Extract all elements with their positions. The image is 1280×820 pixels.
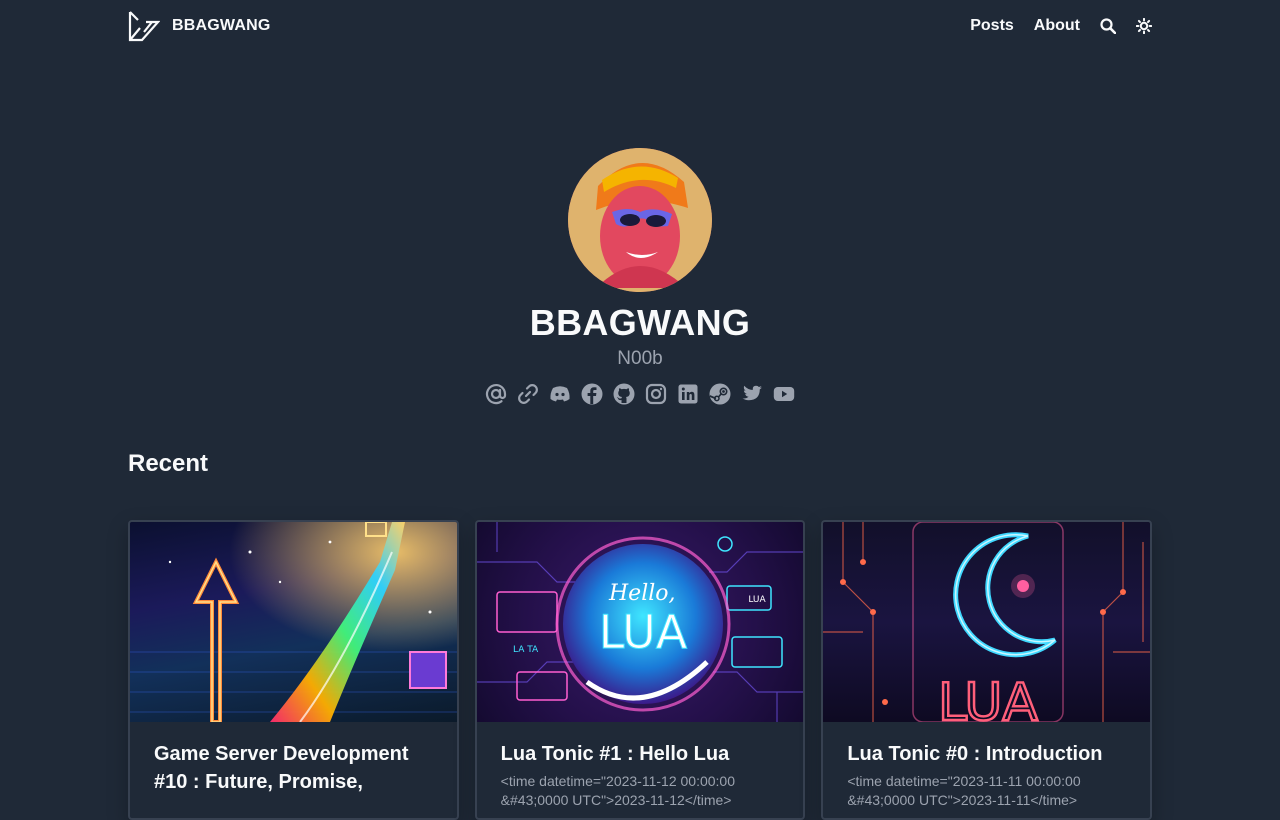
post-thumbnail <box>130 522 457 722</box>
profile-tagline: N00b <box>617 348 663 369</box>
post-date: <time datetime="2023-11-12 00:00:00 &#43… <box>500 773 735 808</box>
discord-icon[interactable] <box>548 382 572 406</box>
site-logo-icon <box>128 11 160 42</box>
post-title[interactable]: Lua Tonic #0 : Introduction <box>847 740 1126 768</box>
post-card-body: Lua Tonic #0 : Introduction <time dateti… <box>823 722 1150 810</box>
lua-big-text: LUA <box>598 605 687 659</box>
post-title[interactable]: Game Server Development #10 : Future, Pr… <box>154 740 433 796</box>
post-thumbnail: Hello, LUA LUA LA TA <box>476 522 804 722</box>
social-links <box>484 382 796 406</box>
brand-name: BBAGWANG <box>172 17 271 34</box>
recent-heading: Recent <box>128 450 209 477</box>
post-card-body: Lua Tonic #1 : Hello Lua <time datetime=… <box>477 722 804 810</box>
post-title[interactable]: Lua Tonic #1 : Hello Lua <box>501 740 780 768</box>
post-card-body: Game Server Development #10 : Future, Pr… <box>130 722 457 796</box>
steam-icon[interactable] <box>708 382 732 406</box>
nav-posts-link[interactable]: Posts <box>970 17 1014 35</box>
instagram-icon[interactable] <box>644 382 668 406</box>
profile-section: BBAGWANG N00b <box>0 148 1280 406</box>
post-date: <time datetime="2023-11-11 00:00:00 &#43… <box>847 773 1081 808</box>
link-icon[interactable] <box>516 382 540 406</box>
post-card[interactable]: Game Server Development #10 : Future, Pr… <box>128 520 459 820</box>
profile-name: BBAGWANG <box>529 302 751 343</box>
la-ta-text: LA TA <box>513 645 539 655</box>
recent-posts-list: Game Server Development #10 : Future, Pr… <box>128 520 1153 820</box>
nav-about-link[interactable]: About <box>1034 17 1080 35</box>
lua-small-text: LUA <box>748 595 766 605</box>
brand-link[interactable]: BBAGWANG <box>128 10 270 42</box>
main-nav: Posts About <box>970 17 1152 35</box>
facebook-icon[interactable] <box>580 382 604 406</box>
site-header: BBAGWANG Posts About <box>128 0 1152 52</box>
theme-toggle-icon[interactable] <box>1136 18 1152 34</box>
github-icon[interactable] <box>612 382 636 406</box>
post-thumbnail: LUA <box>823 522 1151 722</box>
search-icon[interactable] <box>1100 18 1116 34</box>
youtube-icon[interactable] <box>772 382 796 406</box>
email-icon[interactable] <box>484 382 508 406</box>
twitter-icon[interactable] <box>740 382 764 406</box>
hello-text: Hello, <box>608 581 676 606</box>
avatar <box>568 148 712 292</box>
lua-neon-text: LUA <box>938 673 1038 722</box>
post-card[interactable]: Hello, LUA LUA LA TA Lua Tonic #1 : Hell… <box>474 520 806 820</box>
post-card[interactable]: LUA Lua Tonic #0 : Introduction <time da… <box>821 520 1153 820</box>
linkedin-icon[interactable] <box>676 382 700 406</box>
